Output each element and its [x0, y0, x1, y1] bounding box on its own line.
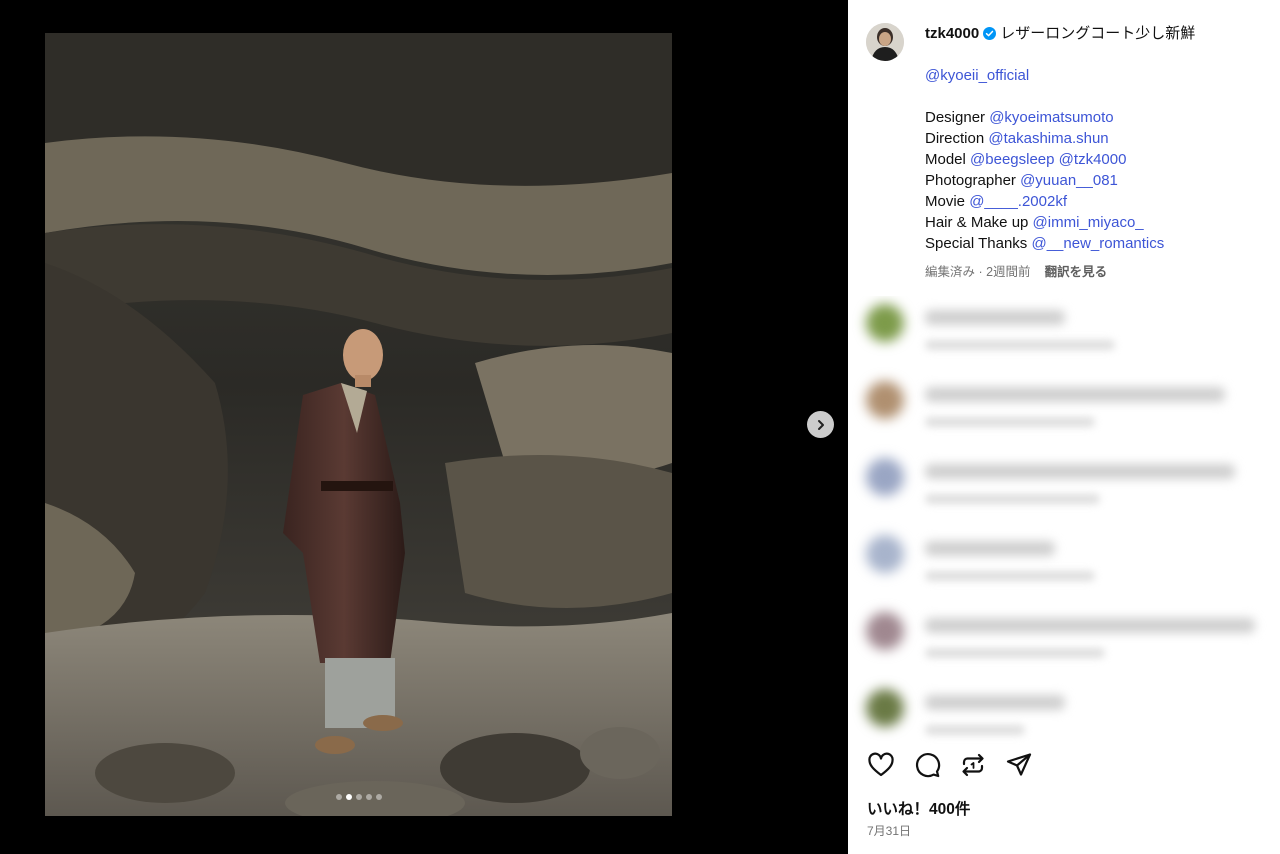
credits-list: Designer @kyoeimatsumoto Direction @takas… — [925, 107, 1270, 254]
like-button[interactable] — [866, 750, 896, 780]
credit-line: Movie @____.2002kf — [925, 191, 1270, 212]
action-bar — [866, 750, 1266, 782]
comment-meta-blurred — [925, 340, 1115, 350]
comment-item[interactable] — [848, 527, 1280, 604]
comment-meta-blurred — [925, 725, 1025, 735]
credit-handle-link[interactable]: @yuuan__081 — [1020, 172, 1118, 189]
chevron-right-icon — [817, 419, 824, 430]
credit-role: Movie — [925, 193, 966, 210]
comment-text-blurred — [925, 618, 1255, 633]
comment-item[interactable] — [848, 450, 1280, 527]
credit-line: Hair & Make up @immi_miyaco_ — [925, 212, 1270, 233]
mention-link[interactable]: @kyoeii_official — [925, 67, 1029, 84]
credit-line: Model @beegsleep @tzk4000 — [925, 149, 1270, 170]
credit-role: Special Thanks — [925, 235, 1028, 252]
post-date[interactable]: 7月31日 — [867, 822, 911, 839]
comment-meta-blurred — [925, 648, 1105, 658]
caption-section: tzk4000 レザーロングコート少し新鮮 @kyoeii_official D… — [848, 0, 1280, 296]
comment-avatar[interactable] — [866, 458, 904, 496]
comment-avatar[interactable] — [866, 689, 904, 727]
comment-item[interactable] — [848, 373, 1280, 450]
caption-text: レザーロングコート少し新鮮 — [1000, 25, 1196, 42]
instagram-post-view: tzk4000 レザーロングコート少し新鮮 @kyoeii_official D… — [0, 0, 1280, 854]
credit-line: Direction @takashima.shun — [925, 128, 1270, 149]
repost-button[interactable] — [958, 750, 988, 780]
comment-avatar[interactable] — [866, 304, 904, 342]
comment-text-blurred — [925, 387, 1225, 402]
carousel-dot-active — [345, 794, 352, 800]
credit-line: Photographer @yuuan__081 — [925, 170, 1270, 191]
carousel-dot — [335, 794, 342, 800]
repost-icon — [962, 753, 984, 777]
comment-text-blurred — [925, 695, 1065, 710]
comment-meta-blurred — [925, 494, 1100, 504]
comment-text-blurred — [925, 541, 1055, 556]
post-photo[interactable] — [45, 33, 672, 816]
credit-handle-link[interactable]: @beegsleep — [970, 151, 1054, 168]
profile-photo — [866, 23, 904, 61]
like-count[interactable]: いいね！400件 — [867, 797, 970, 819]
credit-role: Model — [925, 151, 966, 168]
comment-text-blurred — [925, 310, 1065, 325]
carousel-dot — [355, 794, 362, 800]
credit-line: Designer @kyoeimatsumoto — [925, 107, 1270, 128]
comment-avatar[interactable] — [866, 535, 904, 573]
carousel-next-button[interactable] — [807, 411, 834, 438]
credit-role: Photographer — [925, 172, 1016, 189]
caption-body: tzk4000 レザーロングコート少し新鮮 @kyoeii_official D… — [925, 23, 1270, 254]
credit-role: Hair & Make up — [925, 214, 1029, 231]
comment-meta-blurred — [925, 417, 1095, 427]
comment-button[interactable] — [912, 750, 942, 780]
carousel-indicator — [335, 794, 382, 800]
credit-handle-link[interactable]: @tzk4000 — [1059, 151, 1127, 168]
carousel-dot — [375, 794, 382, 800]
credit-role: Designer — [925, 109, 986, 126]
comment-avatar[interactable] — [866, 612, 904, 650]
comment-meta-blurred — [925, 571, 1095, 581]
comment-item[interactable] — [848, 681, 1280, 750]
comment-text-blurred — [925, 464, 1235, 479]
carousel-dot — [365, 794, 372, 800]
translate-button[interactable]: 翻訳を見る — [1045, 261, 1108, 280]
comment-item[interactable] — [848, 296, 1280, 373]
edited-timestamp: 編集済み · 2週間前 — [925, 265, 1031, 279]
credit-handle-link[interactable]: @____.2002kf — [969, 193, 1067, 210]
credit-role: Direction — [925, 130, 985, 147]
credit-handle-link[interactable]: @immi_miyaco_ — [1033, 214, 1144, 231]
verified-badge-icon — [983, 27, 997, 40]
post-photo-image — [45, 33, 672, 816]
heart-icon — [868, 752, 894, 777]
credit-handle-link[interactable]: @__new_romantics — [1031, 235, 1164, 252]
share-icon — [1006, 753, 1032, 776]
comment-icon — [916, 753, 941, 778]
credit-line: Special Thanks @__new_romantics — [925, 233, 1270, 254]
credit-handle-link[interactable]: @kyoeimatsumoto — [989, 109, 1113, 126]
caption-lines: @kyoeii_official Designer @kyoeimatsumot… — [925, 65, 1270, 254]
media-area — [0, 0, 848, 854]
avatar[interactable] — [866, 23, 904, 61]
comment-avatar[interactable] — [866, 381, 904, 419]
username-link[interactable]: tzk4000 — [925, 23, 979, 44]
share-button[interactable] — [1004, 750, 1034, 780]
comments-list — [848, 296, 1280, 750]
comment-item[interactable] — [848, 604, 1280, 681]
post-side-panel: tzk4000 レザーロングコート少し新鮮 @kyoeii_official D… — [848, 0, 1280, 854]
credit-handle-link[interactable]: @takashima.shun — [988, 130, 1108, 147]
caption-meta: 編集済み · 2週間前 翻訳を見る — [925, 261, 1107, 280]
